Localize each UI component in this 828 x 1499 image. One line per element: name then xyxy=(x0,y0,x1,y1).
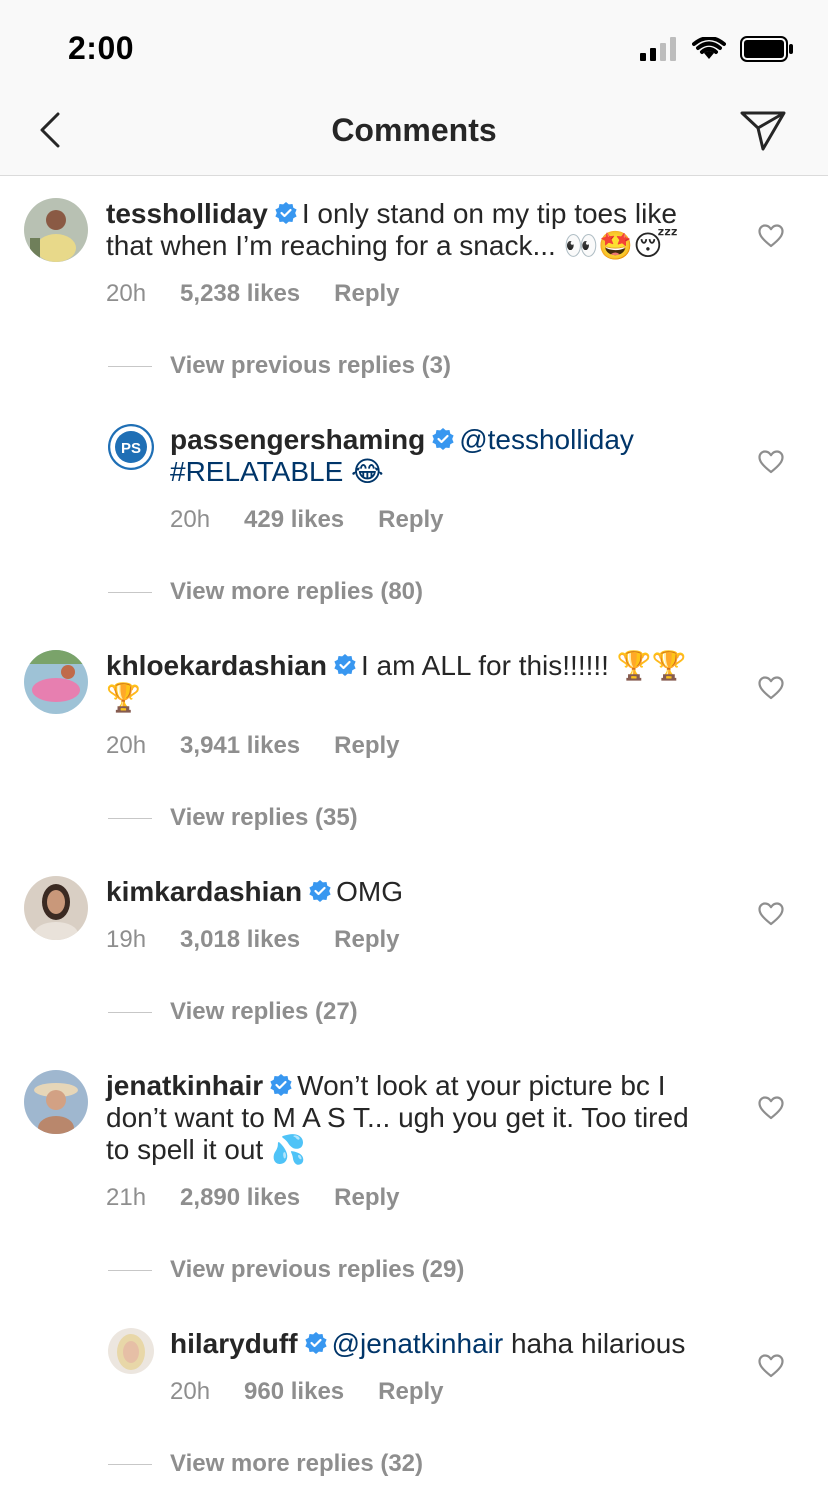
divider xyxy=(108,365,152,367)
view-replies-label: View previous replies (29) xyxy=(170,1256,465,1283)
comment-username[interactable]: hilaryduff xyxy=(170,1328,298,1359)
heart-outline-icon[interactable] xyxy=(758,902,784,926)
reply-button[interactable]: Reply xyxy=(334,926,399,954)
page-title: Comments xyxy=(331,112,497,148)
comment-text: passengershaming @tessholliday #RELATABLE … xyxy=(170,424,730,488)
comment-meta: 21h 2,890 likes Reply xyxy=(106,1184,400,1212)
avatar[interactable] xyxy=(24,876,88,940)
view-replies-label: View previous replies (3) xyxy=(170,352,452,379)
comment-text: khloekardashian I am ALL for this!!!!!! 🏆… xyxy=(106,650,716,714)
comment-time: 20h xyxy=(170,506,211,533)
wifi-icon xyxy=(692,37,726,59)
comment-text: jenatkinhair Won’t look at your picture b… xyxy=(106,1070,706,1166)
comment-text: hilaryduff @jenatkinhair haha hilarious xyxy=(170,1328,730,1360)
comment-likes[interactable]: 3,941 likes xyxy=(180,732,300,760)
nav-bar: Comments xyxy=(0,100,828,176)
comment-meta: 20h 3,941 likes Reply xyxy=(106,732,400,760)
comment-likes[interactable]: 5,238 likes xyxy=(180,280,300,308)
comment-text: kimkardashian OMG xyxy=(106,876,716,908)
view-replies-link[interactable]: View replies (35) xyxy=(108,804,358,832)
comment-likes[interactable]: 3,018 likes xyxy=(180,926,300,954)
verified-badge-icon xyxy=(275,202,297,224)
comment-likes[interactable]: 429 likes xyxy=(244,506,344,534)
view-replies-label: View replies (27) xyxy=(170,998,358,1025)
view-replies-link[interactable]: View previous replies (29) xyxy=(108,1256,464,1284)
divider xyxy=(108,1463,152,1465)
mention-link[interactable]: @jenatkinhair xyxy=(332,1328,504,1359)
reply-button[interactable]: Reply xyxy=(378,506,443,534)
verified-badge-icon xyxy=(309,880,331,902)
comment-text: tessholliday I only stand on my tip toes … xyxy=(106,198,726,262)
status-icons xyxy=(640,36,794,62)
svg-text:PS: PS xyxy=(121,440,141,457)
view-replies-label: View more replies (80) xyxy=(170,578,424,605)
view-replies-link[interactable]: View previous replies (3) xyxy=(108,352,451,380)
heart-outline-icon[interactable] xyxy=(758,450,784,474)
view-replies-link[interactable]: View more replies (80) xyxy=(108,578,423,606)
divider xyxy=(108,1269,152,1271)
comment-likes[interactable]: 2,890 likes xyxy=(180,1184,300,1212)
comment-time: 19h xyxy=(106,926,147,953)
mention-link[interactable]: @tessholliday xyxy=(459,424,634,455)
comment-meta: 20h 5,238 likes Reply xyxy=(106,280,400,308)
comment-username[interactable]: passengershaming xyxy=(170,424,425,455)
reply-button[interactable]: Reply xyxy=(334,280,399,308)
reply-button[interactable]: Reply xyxy=(334,732,399,760)
verified-badge-icon xyxy=(432,428,454,450)
avatar[interactable] xyxy=(108,1328,154,1374)
hashtag-link[interactable]: #RELATABLE 😂 xyxy=(170,456,384,487)
divider xyxy=(108,1011,152,1013)
view-replies-link[interactable]: View replies (27) xyxy=(108,998,358,1026)
comment-time: 20h xyxy=(106,732,147,759)
divider xyxy=(108,591,152,593)
heart-outline-icon[interactable] xyxy=(758,224,784,248)
comment-meta: 20h 429 likes Reply xyxy=(170,506,444,534)
heart-outline-icon[interactable] xyxy=(758,676,784,700)
comment-meta: 19h 3,018 likes Reply xyxy=(106,926,400,954)
battery-icon xyxy=(740,36,793,62)
avatar[interactable] xyxy=(24,198,88,262)
view-replies-label: View replies (35) xyxy=(170,804,358,831)
comment-time: 21h xyxy=(106,1184,147,1211)
status-bar: 2:00 xyxy=(0,0,828,100)
divider xyxy=(108,817,152,819)
reply-button[interactable]: Reply xyxy=(334,1184,399,1212)
status-time: 2:00 xyxy=(68,30,135,66)
view-replies-label: View more replies (32) xyxy=(170,1450,424,1477)
comment-meta: 20h 960 likes Reply xyxy=(170,1378,444,1406)
heart-outline-icon[interactable] xyxy=(758,1096,784,1120)
comment-username[interactable]: tessholliday xyxy=(106,198,268,229)
comment-time: 20h xyxy=(106,280,147,307)
avatar[interactable]: PS xyxy=(108,424,154,470)
comment-body: haha hilarious xyxy=(510,1328,686,1359)
cellular-signal-icon xyxy=(640,37,676,61)
comment-username[interactable]: jenatkinhair xyxy=(106,1070,263,1101)
comment-likes[interactable]: 960 likes xyxy=(244,1378,344,1406)
reply-button[interactable]: Reply xyxy=(378,1378,443,1406)
verified-badge-icon xyxy=(334,654,356,676)
avatar[interactable] xyxy=(24,1070,88,1134)
comment-username[interactable]: kimkardashian xyxy=(106,876,302,907)
verified-badge-icon xyxy=(304,1332,327,1354)
comment-time: 20h xyxy=(170,1378,211,1405)
paper-plane-icon xyxy=(740,111,786,151)
view-replies-link[interactable]: View more replies (32) xyxy=(108,1450,423,1478)
comment-username[interactable]: khloekardashian xyxy=(106,650,327,681)
comment-body: OMG xyxy=(336,876,403,907)
heart-outline-icon[interactable] xyxy=(758,1354,784,1378)
share-button[interactable] xyxy=(738,108,788,154)
avatar[interactable] xyxy=(24,650,88,714)
verified-badge-icon xyxy=(270,1074,292,1096)
